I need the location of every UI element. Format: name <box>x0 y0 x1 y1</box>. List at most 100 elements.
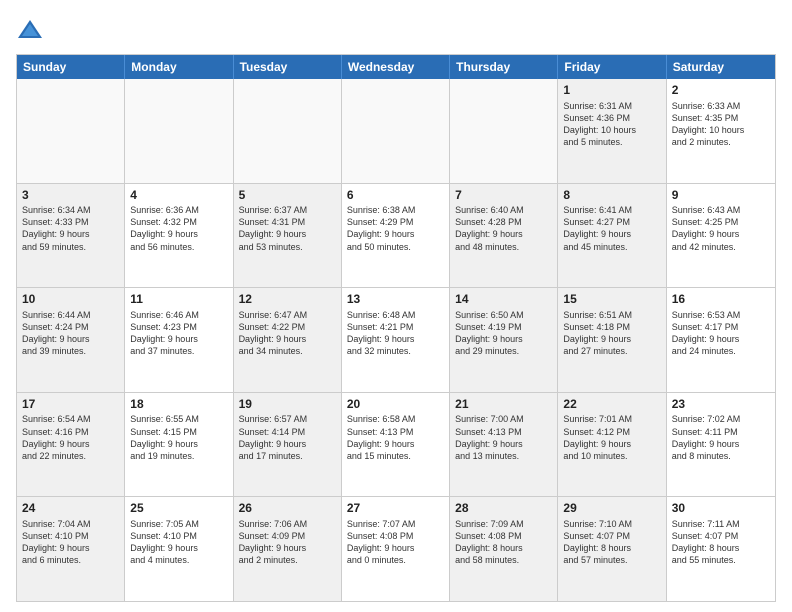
cal-cell-12: 12Sunrise: 6:47 AMSunset: 4:22 PMDayligh… <box>234 288 342 392</box>
day-info: Sunrise: 6:41 AMSunset: 4:27 PMDaylight:… <box>563 204 660 253</box>
weekday-header-saturday: Saturday <box>667 55 775 79</box>
day-info: Sunrise: 6:44 AMSunset: 4:24 PMDaylight:… <box>22 309 119 358</box>
cal-cell-5: 5Sunrise: 6:37 AMSunset: 4:31 PMDaylight… <box>234 184 342 288</box>
cal-cell-29: 29Sunrise: 7:10 AMSunset: 4:07 PMDayligh… <box>558 497 666 601</box>
cal-cell-26: 26Sunrise: 7:06 AMSunset: 4:09 PMDayligh… <box>234 497 342 601</box>
day-number: 22 <box>563 397 660 413</box>
weekday-header-friday: Friday <box>558 55 666 79</box>
day-number: 23 <box>672 397 770 413</box>
day-number: 15 <box>563 292 660 308</box>
calendar-row-5: 24Sunrise: 7:04 AMSunset: 4:10 PMDayligh… <box>17 496 775 601</box>
day-info: Sunrise: 6:46 AMSunset: 4:23 PMDaylight:… <box>130 309 227 358</box>
cal-cell-6: 6Sunrise: 6:38 AMSunset: 4:29 PMDaylight… <box>342 184 450 288</box>
calendar-body: 1Sunrise: 6:31 AMSunset: 4:36 PMDaylight… <box>17 79 775 601</box>
day-number: 8 <box>563 188 660 204</box>
day-number: 19 <box>239 397 336 413</box>
cal-cell-3: 3Sunrise: 6:34 AMSunset: 4:33 PMDaylight… <box>17 184 125 288</box>
day-info: Sunrise: 6:58 AMSunset: 4:13 PMDaylight:… <box>347 413 444 462</box>
cal-cell-23: 23Sunrise: 7:02 AMSunset: 4:11 PMDayligh… <box>667 393 775 497</box>
weekday-header-sunday: Sunday <box>17 55 125 79</box>
day-info: Sunrise: 6:40 AMSunset: 4:28 PMDaylight:… <box>455 204 552 253</box>
calendar-header: SundayMondayTuesdayWednesdayThursdayFrid… <box>17 55 775 79</box>
day-number: 16 <box>672 292 770 308</box>
day-info: Sunrise: 6:55 AMSunset: 4:15 PMDaylight:… <box>130 413 227 462</box>
calendar: SundayMondayTuesdayWednesdayThursdayFrid… <box>16 54 776 602</box>
day-info: Sunrise: 6:54 AMSunset: 4:16 PMDaylight:… <box>22 413 119 462</box>
cal-cell-empty-0-1 <box>125 79 233 183</box>
day-info: Sunrise: 7:07 AMSunset: 4:08 PMDaylight:… <box>347 518 444 567</box>
calendar-row-3: 10Sunrise: 6:44 AMSunset: 4:24 PMDayligh… <box>17 287 775 392</box>
day-number: 26 <box>239 501 336 517</box>
day-info: Sunrise: 6:48 AMSunset: 4:21 PMDaylight:… <box>347 309 444 358</box>
day-number: 29 <box>563 501 660 517</box>
cal-cell-30: 30Sunrise: 7:11 AMSunset: 4:07 PMDayligh… <box>667 497 775 601</box>
day-number: 11 <box>130 292 227 308</box>
cal-cell-9: 9Sunrise: 6:43 AMSunset: 4:25 PMDaylight… <box>667 184 775 288</box>
header <box>16 16 776 44</box>
weekday-header-tuesday: Tuesday <box>234 55 342 79</box>
cal-cell-11: 11Sunrise: 6:46 AMSunset: 4:23 PMDayligh… <box>125 288 233 392</box>
day-number: 25 <box>130 501 227 517</box>
cal-cell-8: 8Sunrise: 6:41 AMSunset: 4:27 PMDaylight… <box>558 184 666 288</box>
day-number: 28 <box>455 501 552 517</box>
cal-cell-13: 13Sunrise: 6:48 AMSunset: 4:21 PMDayligh… <box>342 288 450 392</box>
day-info: Sunrise: 7:09 AMSunset: 4:08 PMDaylight:… <box>455 518 552 567</box>
day-info: Sunrise: 7:02 AMSunset: 4:11 PMDaylight:… <box>672 413 770 462</box>
cal-cell-19: 19Sunrise: 6:57 AMSunset: 4:14 PMDayligh… <box>234 393 342 497</box>
page: SundayMondayTuesdayWednesdayThursdayFrid… <box>0 0 792 612</box>
day-number: 17 <box>22 397 119 413</box>
cal-cell-10: 10Sunrise: 6:44 AMSunset: 4:24 PMDayligh… <box>17 288 125 392</box>
day-number: 20 <box>347 397 444 413</box>
day-number: 3 <box>22 188 119 204</box>
cal-cell-16: 16Sunrise: 6:53 AMSunset: 4:17 PMDayligh… <box>667 288 775 392</box>
cal-cell-21: 21Sunrise: 7:00 AMSunset: 4:13 PMDayligh… <box>450 393 558 497</box>
cal-cell-20: 20Sunrise: 6:58 AMSunset: 4:13 PMDayligh… <box>342 393 450 497</box>
weekday-header-thursday: Thursday <box>450 55 558 79</box>
calendar-row-4: 17Sunrise: 6:54 AMSunset: 4:16 PMDayligh… <box>17 392 775 497</box>
day-info: Sunrise: 6:43 AMSunset: 4:25 PMDaylight:… <box>672 204 770 253</box>
day-info: Sunrise: 6:37 AMSunset: 4:31 PMDaylight:… <box>239 204 336 253</box>
day-info: Sunrise: 7:05 AMSunset: 4:10 PMDaylight:… <box>130 518 227 567</box>
cal-cell-27: 27Sunrise: 7:07 AMSunset: 4:08 PMDayligh… <box>342 497 450 601</box>
day-info: Sunrise: 6:33 AMSunset: 4:35 PMDaylight:… <box>672 100 770 149</box>
cal-cell-empty-0-2 <box>234 79 342 183</box>
day-info: Sunrise: 6:53 AMSunset: 4:17 PMDaylight:… <box>672 309 770 358</box>
cal-cell-empty-0-4 <box>450 79 558 183</box>
day-number: 4 <box>130 188 227 204</box>
day-number: 6 <box>347 188 444 204</box>
day-number: 30 <box>672 501 770 517</box>
weekday-header-wednesday: Wednesday <box>342 55 450 79</box>
day-info: Sunrise: 7:00 AMSunset: 4:13 PMDaylight:… <box>455 413 552 462</box>
cal-cell-empty-0-0 <box>17 79 125 183</box>
cal-cell-25: 25Sunrise: 7:05 AMSunset: 4:10 PMDayligh… <box>125 497 233 601</box>
cal-cell-15: 15Sunrise: 6:51 AMSunset: 4:18 PMDayligh… <box>558 288 666 392</box>
cal-cell-1: 1Sunrise: 6:31 AMSunset: 4:36 PMDaylight… <box>558 79 666 183</box>
cal-cell-22: 22Sunrise: 7:01 AMSunset: 4:12 PMDayligh… <box>558 393 666 497</box>
day-number: 7 <box>455 188 552 204</box>
day-info: Sunrise: 6:38 AMSunset: 4:29 PMDaylight:… <box>347 204 444 253</box>
logo <box>16 16 48 44</box>
cal-cell-24: 24Sunrise: 7:04 AMSunset: 4:10 PMDayligh… <box>17 497 125 601</box>
day-number: 12 <box>239 292 336 308</box>
day-info: Sunrise: 6:34 AMSunset: 4:33 PMDaylight:… <box>22 204 119 253</box>
cal-cell-4: 4Sunrise: 6:36 AMSunset: 4:32 PMDaylight… <box>125 184 233 288</box>
day-number: 21 <box>455 397 552 413</box>
day-info: Sunrise: 6:51 AMSunset: 4:18 PMDaylight:… <box>563 309 660 358</box>
day-info: Sunrise: 7:04 AMSunset: 4:10 PMDaylight:… <box>22 518 119 567</box>
day-number: 2 <box>672 83 770 99</box>
day-info: Sunrise: 6:50 AMSunset: 4:19 PMDaylight:… <box>455 309 552 358</box>
day-number: 13 <box>347 292 444 308</box>
day-number: 9 <box>672 188 770 204</box>
day-number: 10 <box>22 292 119 308</box>
calendar-row-1: 1Sunrise: 6:31 AMSunset: 4:36 PMDaylight… <box>17 79 775 183</box>
day-info: Sunrise: 6:57 AMSunset: 4:14 PMDaylight:… <box>239 413 336 462</box>
cal-cell-17: 17Sunrise: 6:54 AMSunset: 4:16 PMDayligh… <box>17 393 125 497</box>
cal-cell-18: 18Sunrise: 6:55 AMSunset: 4:15 PMDayligh… <box>125 393 233 497</box>
day-info: Sunrise: 6:31 AMSunset: 4:36 PMDaylight:… <box>563 100 660 149</box>
day-number: 18 <box>130 397 227 413</box>
day-number: 1 <box>563 83 660 99</box>
cal-cell-7: 7Sunrise: 6:40 AMSunset: 4:28 PMDaylight… <box>450 184 558 288</box>
day-number: 24 <box>22 501 119 517</box>
cal-cell-2: 2Sunrise: 6:33 AMSunset: 4:35 PMDaylight… <box>667 79 775 183</box>
day-number: 27 <box>347 501 444 517</box>
